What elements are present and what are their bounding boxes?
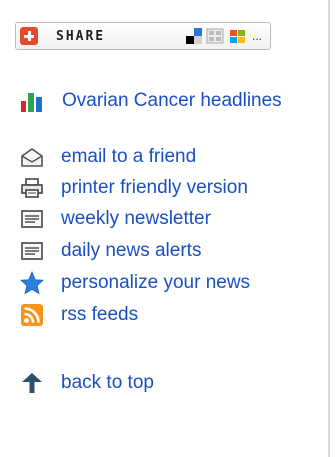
back-to-top-link[interactable]: back to top [61, 371, 154, 395]
rss-feeds-link[interactable]: rss feeds [61, 303, 138, 327]
envelope-icon [20, 145, 44, 169]
list-item-rss[interactable]: rss feeds [20, 299, 320, 331]
social-bookmark-icon [206, 28, 224, 44]
newsletter-icon [20, 207, 44, 231]
list-item-personalize[interactable]: personalize your news [20, 267, 320, 299]
up-arrow-icon [20, 371, 44, 395]
list-item-daily[interactable]: daily news alerts [20, 235, 320, 267]
printer-icon [20, 176, 44, 200]
share-more-ellipsis: ... [251, 29, 262, 43]
bar-chart-icon [20, 89, 44, 113]
list-item-headlines[interactable]: Ovarian Cancer headlines [20, 89, 320, 137]
list-item-weekly[interactable]: weekly newsletter [20, 203, 320, 235]
daily-news-alerts-link[interactable]: daily news alerts [61, 239, 201, 263]
printer-friendly-link[interactable]: printer friendly version [61, 176, 248, 200]
personalize-news-link[interactable]: personalize your news [61, 271, 250, 295]
share-button[interactable]: SHARE ... [15, 22, 271, 50]
weekly-newsletter-link[interactable]: weekly newsletter [61, 207, 211, 231]
list-item-email[interactable]: email to a friend [20, 141, 320, 172]
news-alert-icon [20, 239, 44, 263]
windows-live-icon [229, 30, 245, 43]
share-label: SHARE [56, 28, 106, 44]
share-service-icons: ... [184, 28, 262, 44]
link-list: Ovarian Cancer headlines email to a frie… [20, 89, 320, 399]
delicious-icon [185, 28, 202, 44]
star-icon [20, 270, 44, 295]
list-item-back-to-top[interactable]: back to top [20, 367, 320, 399]
email-friend-link[interactable]: email to a friend [61, 145, 196, 169]
list-item-print[interactable]: printer friendly version [20, 172, 320, 203]
share-plus-icon [20, 27, 38, 45]
headlines-link[interactable]: Ovarian Cancer headlines [62, 89, 282, 113]
rss-icon [20, 303, 44, 327]
sidebar-panel: SHARE ... Ovarian Cancer headlines email… [0, 0, 330, 457]
